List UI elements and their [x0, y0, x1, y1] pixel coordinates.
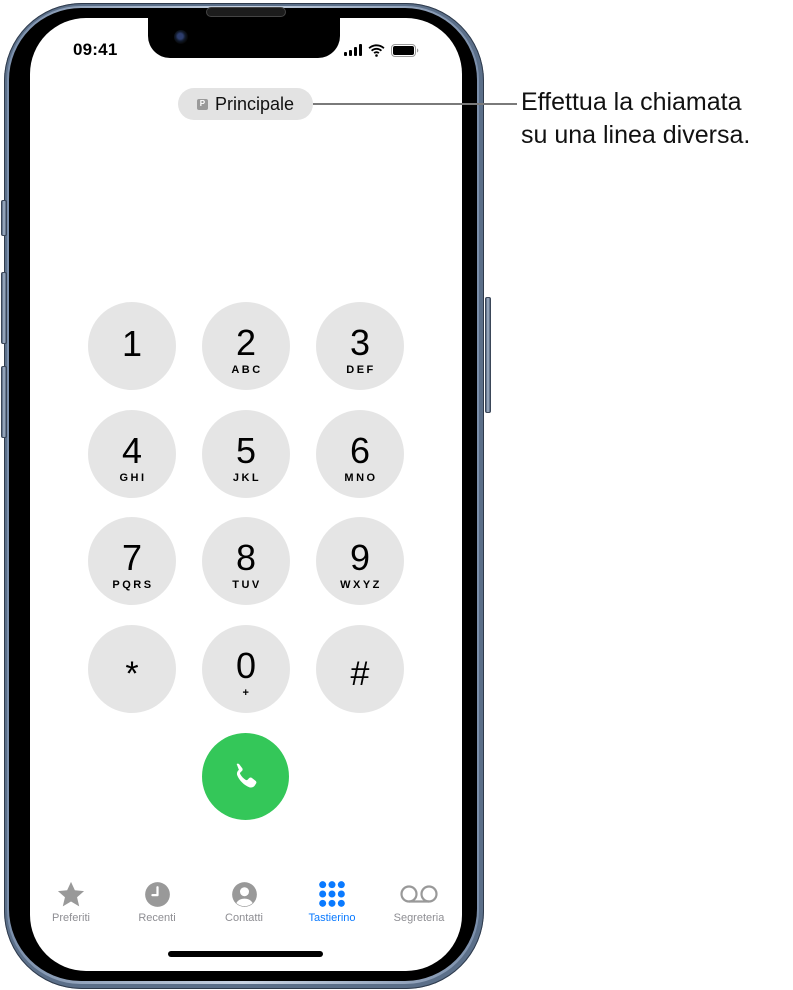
tab-segreteria[interactable]: Segreteria — [376, 878, 462, 924]
line-selector-label: Principale — [214, 93, 295, 114]
key-letters: + — [242, 686, 252, 699]
line-selector-button[interactable]: P Principale — [178, 88, 313, 120]
callout-line-2: su una linea diversa. — [521, 121, 751, 149]
key-star[interactable]: * — [88, 625, 176, 713]
tab-label: Preferiti — [52, 912, 90, 924]
person-circle-icon — [231, 881, 257, 907]
tab-label: Contatti — [225, 912, 263, 924]
clock-icon — [144, 881, 170, 907]
status-icons — [344, 42, 419, 58]
key-6[interactable]: 6 MNO — [316, 410, 404, 498]
volume-down-button — [1, 366, 7, 438]
key-digit: 4 — [121, 429, 143, 471]
call-button[interactable] — [202, 733, 289, 820]
tab-preferiti[interactable]: Preferiti — [28, 878, 114, 924]
key-digit: 6 — [349, 429, 371, 471]
keypad-icon — [319, 881, 345, 907]
callout-text: Effettua la chiamata su una linea divers… — [521, 86, 750, 152]
key-9[interactable]: 9 WXYZ — [316, 517, 404, 605]
callout-leader-line — [313, 103, 517, 105]
home-indicator[interactable] — [168, 951, 323, 957]
tab-tastierino[interactable]: Tastierino — [289, 878, 375, 924]
key-hash[interactable]: # — [316, 625, 404, 713]
line-badge-icon: P — [196, 98, 208, 110]
key-letters: DEF — [346, 363, 376, 376]
key-0[interactable]: 0 + — [202, 625, 290, 713]
callout-line-1: Effettua la chiamata — [521, 88, 742, 116]
key-digit: 9 — [349, 536, 371, 578]
key-digit: 7 — [121, 536, 143, 578]
silent-switch — [1, 200, 7, 236]
key-letters: WXYZ — [340, 578, 382, 591]
volume-up-button — [1, 272, 7, 344]
battery-icon — [391, 43, 419, 57]
key-digit: 5 — [235, 429, 257, 471]
key-letters: PQRS — [112, 578, 154, 591]
earpiece-speaker — [206, 7, 286, 17]
wifi-icon — [368, 43, 385, 57]
tab-label: Tastierino — [308, 912, 356, 924]
key-1[interactable]: 1 — [88, 302, 176, 390]
key-digit: # — [350, 655, 370, 693]
star-icon — [57, 881, 85, 906]
key-digit: 1 — [121, 323, 143, 364]
tab-label: Recenti — [138, 912, 176, 924]
key-digit: * — [125, 655, 139, 693]
key-3[interactable]: 3 DEF — [316, 302, 404, 390]
voicemail-icon — [400, 885, 438, 903]
status-time: 09:41 — [73, 40, 118, 59]
key-digit: 2 — [235, 321, 257, 363]
key-4[interactable]: 4 GHI — [88, 410, 176, 498]
key-digit: 8 — [235, 536, 257, 578]
key-letters: TUV — [232, 578, 262, 591]
phone-icon — [236, 763, 256, 788]
key-7[interactable]: 7 PQRS — [88, 517, 176, 605]
key-digit: 3 — [349, 321, 371, 363]
key-letters: GHI — [119, 471, 147, 484]
key-letters: ABC — [231, 363, 263, 376]
key-digit: 0 — [235, 644, 257, 686]
cellular-signal-icon — [344, 44, 362, 56]
side-button — [485, 297, 491, 413]
key-letters: JKL — [232, 471, 262, 484]
key-2[interactable]: 2 ABC — [202, 302, 290, 390]
tab-contatti[interactable]: Contatti — [201, 878, 287, 924]
key-letters: MNO — [344, 471, 378, 484]
tab-label: Segreteria — [393, 912, 445, 924]
key-8[interactable]: 8 TUV — [202, 517, 290, 605]
front-camera — [174, 30, 188, 44]
key-5[interactable]: 5 JKL — [202, 410, 290, 498]
tab-recenti[interactable]: Recenti — [114, 878, 200, 924]
